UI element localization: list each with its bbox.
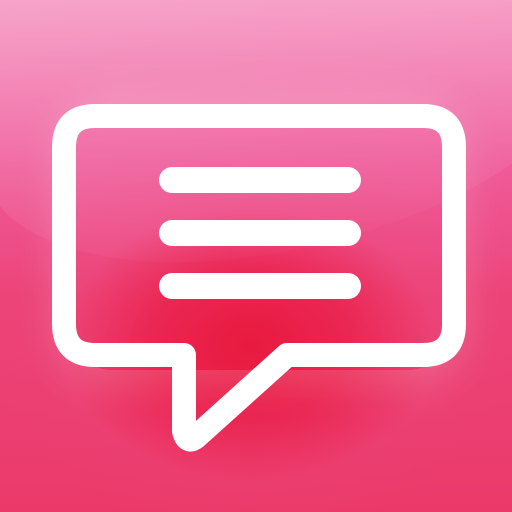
app-icon[interactable] xyxy=(0,0,512,512)
chat-bubble-icon xyxy=(52,104,466,452)
